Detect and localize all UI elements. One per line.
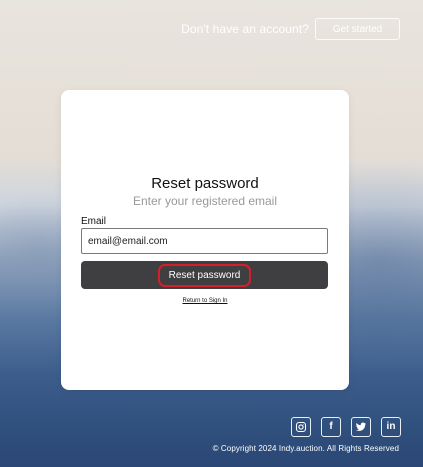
top-bar: Don't have an account? Get started bbox=[181, 18, 400, 40]
page-subtitle: Enter your registered email bbox=[132, 194, 278, 208]
reset-password-button-label: Reset password bbox=[157, 263, 252, 287]
reset-password-card: Reset password Enter your registered ema… bbox=[61, 90, 349, 390]
email-label: Email bbox=[81, 216, 107, 227]
copyright-text: © Copyright 2024 Indy.auction. All Right… bbox=[212, 444, 399, 453]
linkedin-glyph: in bbox=[386, 421, 396, 432]
facebook-glyph: f bbox=[329, 421, 333, 432]
facebook-icon[interactable]: f bbox=[321, 417, 341, 437]
social-links: f in bbox=[291, 417, 401, 437]
instagram-icon[interactable] bbox=[291, 417, 311, 437]
return-to-sign-in-link[interactable]: Return to Sign In bbox=[61, 298, 349, 304]
reset-password-button[interactable]: Reset password bbox=[81, 261, 328, 289]
email-field[interactable] bbox=[81, 228, 328, 254]
page-title: Reset password bbox=[151, 175, 259, 192]
signup-prompt: Don't have an account? bbox=[181, 22, 309, 36]
get-started-button[interactable]: Get started bbox=[315, 18, 400, 40]
linkedin-icon[interactable]: in bbox=[381, 417, 401, 437]
twitter-icon[interactable] bbox=[351, 417, 371, 437]
